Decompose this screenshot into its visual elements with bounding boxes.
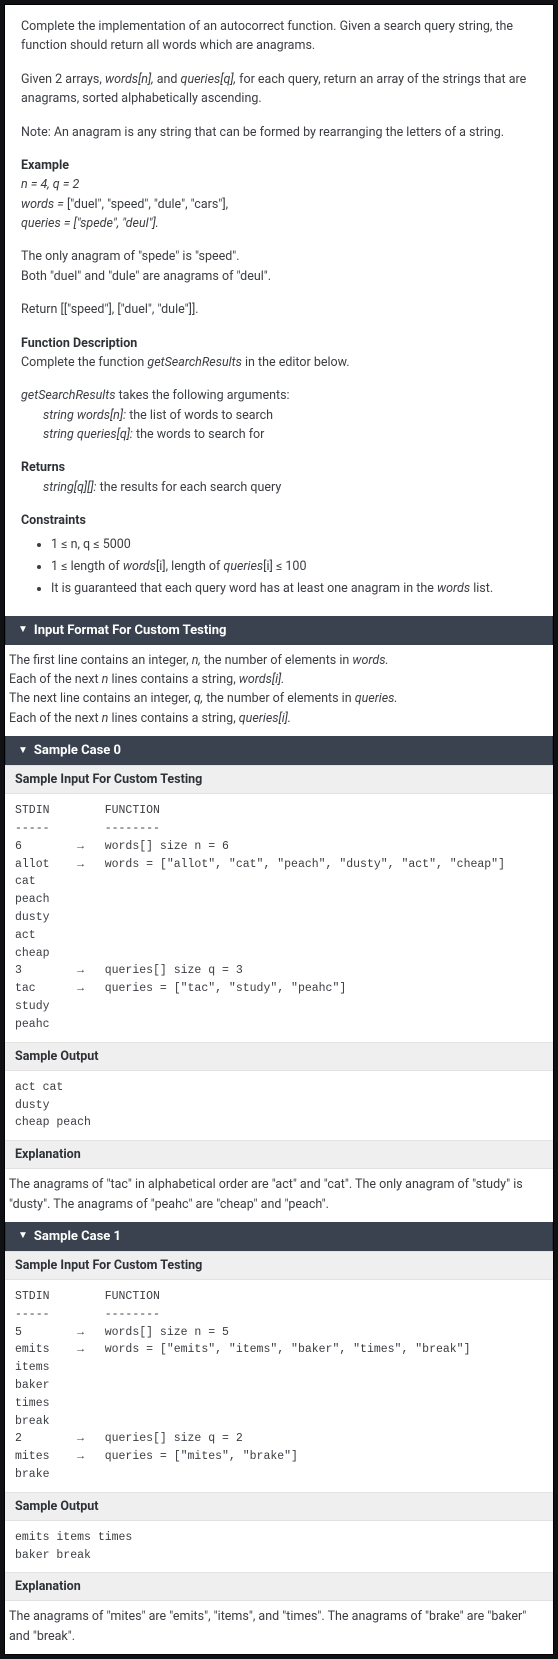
text: Each of the next <box>9 672 102 687</box>
returns-line: string[q][]: the results for each search… <box>21 478 537 497</box>
text: in the editor below. <box>242 355 350 370</box>
sample-input-block: STDIN FUNCTION ----- -------- 6 → words[… <box>5 794 553 1042</box>
sample-case-0-title: Sample Case 0 <box>34 743 121 758</box>
text: Complete the function <box>21 355 147 370</box>
constraint-item: 1 ≤ length of words[i], length of querie… <box>51 557 537 576</box>
chevron-down-icon: ▼ <box>18 746 28 756</box>
text: words = <box>21 197 64 212</box>
input-format-title: Input Format For Custom Testing <box>34 623 227 638</box>
input-format-header[interactable]: ▼ Input Format For Custom Testing <box>5 616 553 645</box>
text: words[n], <box>105 72 154 87</box>
text: the number of elements in <box>203 691 355 706</box>
function-signature-line: getSearchResults takes the following arg… <box>21 386 537 405</box>
problem-page: Complete the implementation of an autoco… <box>4 4 554 1655</box>
example-line-3: queries = ["spede", "deul"]. <box>21 214 537 233</box>
chevron-down-icon: ▼ <box>18 1231 28 1241</box>
explanation-heading: Explanation <box>5 1140 553 1169</box>
text: The next line contains an integer, <box>9 691 194 706</box>
text: the results for each search query <box>97 480 282 495</box>
text: the list of words to search <box>126 408 273 423</box>
explanation-body: The anagrams of "mites" are "emits", "it… <box>5 1601 553 1654</box>
example-heading: Example <box>21 156 537 175</box>
text: It is guaranteed that each query word ha… <box>51 581 437 596</box>
constraint-item: It is guaranteed that each query word ha… <box>51 579 537 598</box>
text: 1 ≤ length of <box>51 559 123 574</box>
example-line-1: n = 4, q = 2 <box>21 175 537 194</box>
text: q, <box>194 691 203 706</box>
text: list. <box>470 581 493 596</box>
text: queries. <box>355 691 398 706</box>
intro-paragraph-1: Complete the implementation of an autoco… <box>21 17 537 56</box>
text: queries[q], <box>181 72 236 87</box>
explanation-heading: Explanation <box>5 1572 553 1601</box>
text: takes the following arguments: <box>115 388 289 403</box>
text: [i], length of <box>156 559 223 574</box>
text: words[i]. <box>239 672 285 687</box>
function-description-line: Complete the function getSearchResults i… <box>21 353 537 372</box>
text: Given 2 arrays, <box>21 72 105 87</box>
sample-output-heading: Sample Output <box>5 1042 553 1071</box>
input-format-line: Each of the next n lines contains a stri… <box>9 670 549 689</box>
constraints-heading: Constraints <box>21 511 537 530</box>
text: queries <box>223 559 263 574</box>
text: autocorrect <box>220 19 284 34</box>
example-p1: The only anagram of "spede" is "speed". <box>21 247 537 266</box>
example-p2: Both "duel" and "dule" are anagrams of "… <box>21 267 537 286</box>
example-line-2: words = ["duel", "speed", "dule", "cars"… <box>21 195 537 214</box>
intro-paragraph-3: Note: An anagram is any string that can … <box>21 123 537 142</box>
text: the words to search for <box>133 427 264 442</box>
function-description-heading: Function Description <box>21 334 537 353</box>
text: n, <box>192 653 201 668</box>
explanation-body: The anagrams of "tac" in alphabetical or… <box>5 1169 553 1222</box>
text: and <box>154 72 181 87</box>
text: [i] ≤ 100 <box>263 559 306 574</box>
sample-case-1-title: Sample Case 1 <box>34 1229 121 1244</box>
text: ["duel", "speed", "dule", "cars"], <box>64 197 228 212</box>
text: queries[i]. <box>239 711 291 726</box>
text: words <box>437 581 470 596</box>
text: string words[n]: <box>43 408 126 423</box>
text: getSearchResults <box>21 388 115 403</box>
sample-input-heading: Sample Input For Custom Testing <box>5 765 553 794</box>
text: string queries[q]: <box>43 427 133 442</box>
text: The first line contains an integer, <box>9 653 192 668</box>
input-format-line: The next line contains an integer, q, th… <box>9 689 549 708</box>
constraint-item: 1 ≤ n, q ≤ 5000 <box>51 535 537 554</box>
returns-heading: Returns <box>21 458 537 477</box>
sample-input-block: STDIN FUNCTION ----- -------- 5 → words[… <box>5 1280 553 1492</box>
text: string[q][]: <box>43 480 97 495</box>
intro-paragraph-2: Given 2 arrays, words[n], and queries[q]… <box>21 70 537 109</box>
sample-output-block: act cat dusty cheap peach <box>5 1071 553 1140</box>
text: getSearchResults <box>147 355 241 370</box>
constraints-list: 1 ≤ n, q ≤ 5000 1 ≤ length of words[i], … <box>21 535 537 599</box>
function-arg-1: string words[n]: the list of words to se… <box>21 406 537 425</box>
sample-input-heading: Sample Input For Custom Testing <box>5 1251 553 1280</box>
text: words. <box>352 653 388 668</box>
text: lines contains a string, <box>108 711 238 726</box>
text: Complete the implementation of an <box>21 19 220 34</box>
sample-case-1-header[interactable]: ▼ Sample Case 1 <box>5 1222 553 1251</box>
sample-output-block: emits items times baker break <box>5 1521 553 1573</box>
text: lines contains a string, <box>108 672 238 687</box>
text: Each of the next <box>9 711 102 726</box>
text: words <box>123 559 156 574</box>
example-p3: Return [["speed"], ["duel", "dule"]]. <box>21 300 537 319</box>
chevron-down-icon: ▼ <box>18 625 28 635</box>
text: the number of elements in <box>201 653 353 668</box>
input-format-line: Each of the next n lines contains a stri… <box>9 709 549 728</box>
function-arg-2: string queries[q]: the words to search f… <box>21 425 537 444</box>
sample-case-0-header[interactable]: ▼ Sample Case 0 <box>5 736 553 765</box>
sample-output-heading: Sample Output <box>5 1492 553 1521</box>
input-format-body: The first line contains an integer, n, t… <box>5 645 553 737</box>
input-format-line: The first line contains an integer, n, t… <box>9 651 549 670</box>
problem-statement: Complete the implementation of an autoco… <box>5 5 553 616</box>
